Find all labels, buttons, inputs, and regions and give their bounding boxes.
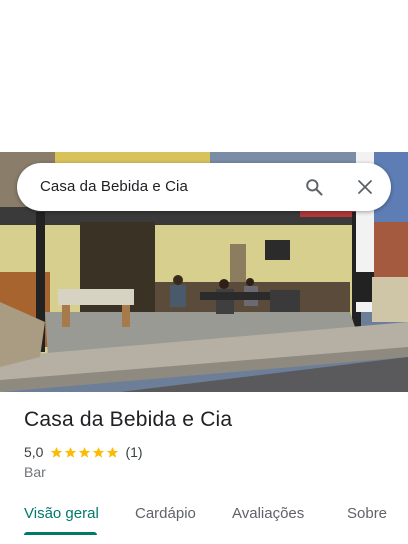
tab-about[interactable]: Sobre bbox=[347, 505, 387, 522]
place-title: Casa da Bebida e Cia bbox=[24, 408, 233, 431]
search-button[interactable] bbox=[302, 175, 326, 199]
close-button[interactable] bbox=[353, 175, 377, 199]
tab-menu[interactable]: Cardápio bbox=[135, 505, 196, 522]
star-icon bbox=[93, 446, 105, 458]
close-icon bbox=[358, 180, 372, 194]
search-input[interactable]: Casa da Bebida e Cia bbox=[40, 178, 188, 195]
search-icon bbox=[306, 179, 323, 196]
star-icon bbox=[65, 446, 77, 458]
tab-overview[interactable]: Visão geral bbox=[24, 505, 99, 522]
star-icon bbox=[79, 446, 91, 458]
star-icon bbox=[107, 446, 119, 458]
rating-stars bbox=[50, 446, 120, 459]
place-category: Bar bbox=[24, 464, 46, 480]
star-icon bbox=[51, 446, 63, 458]
rating-row[interactable]: 5,0 (1) bbox=[24, 443, 143, 461]
review-count[interactable]: (1) bbox=[125, 444, 142, 460]
active-tab-indicator bbox=[24, 532, 97, 535]
tab-bar: Visão geral Cardápio Avaliações Sobre bbox=[0, 500, 408, 544]
tab-reviews[interactable]: Avaliações bbox=[232, 505, 304, 522]
search-bar[interactable]: Casa da Bebida e Cia bbox=[17, 163, 391, 211]
rating-value: 5,0 bbox=[24, 444, 44, 460]
